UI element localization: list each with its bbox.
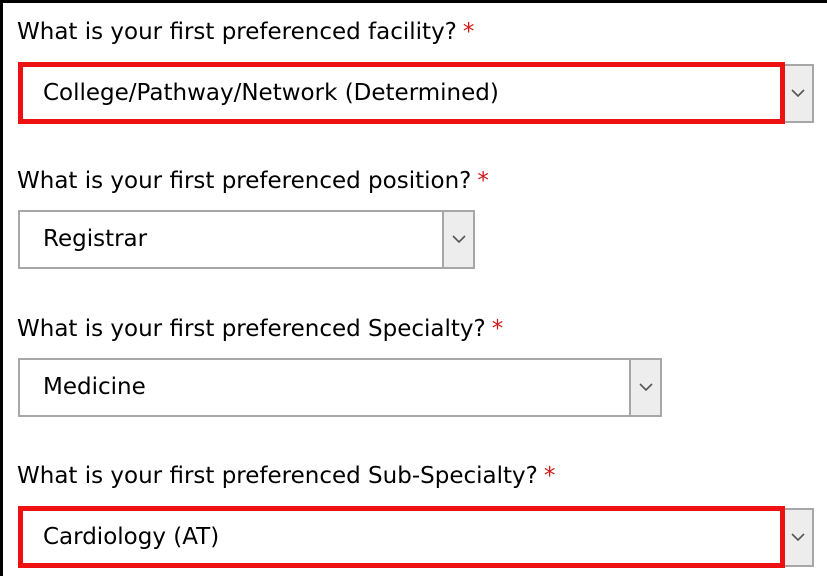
specialty-question-text: What is your first preferenced Specialty… [17, 316, 486, 342]
position-question-text: What is your first preferenced position? [17, 168, 472, 194]
position-dropdown-button[interactable] [442, 212, 473, 267]
specialty-select-value: Medicine [43, 374, 146, 400]
required-marker: * [491, 316, 504, 342]
facility-select[interactable]: College/Pathway/Network (Determined) [18, 64, 814, 123]
chevron-down-icon [451, 235, 466, 244]
subspecialty-question-text: What is your first preferenced Sub-Speci… [17, 463, 538, 489]
facility-question-text: What is your first preferenced facility? [17, 19, 457, 45]
subspecialty-question: What is your first preferenced Sub-Speci… [17, 461, 555, 491]
subspecialty-select-value: Cardiology (AT) [43, 524, 220, 550]
specialty-question: What is your first preferenced Specialty… [17, 314, 503, 344]
facility-dropdown-button[interactable] [781, 66, 812, 121]
required-marker: * [477, 168, 489, 194]
position-select-value: Registrar [43, 226, 148, 252]
facility-question: What is your first preferenced facility?… [17, 17, 474, 47]
specialty-select[interactable]: Medicine [18, 358, 662, 417]
position-question: What is your first preferenced position?… [17, 166, 489, 196]
position-select[interactable]: Registrar [18, 210, 475, 269]
form-panel: What is your first preferenced facility?… [0, 0, 827, 576]
subspecialty-select[interactable]: Cardiology (AT) [18, 508, 814, 567]
chevron-down-icon [638, 383, 653, 392]
subspecialty-dropdown-button[interactable] [781, 510, 812, 565]
facility-select-value: College/Pathway/Network (Determined) [43, 80, 499, 106]
required-marker: * [543, 463, 556, 489]
required-marker: * [462, 19, 475, 45]
chevron-down-icon [790, 89, 805, 98]
chevron-down-icon [790, 533, 805, 542]
specialty-dropdown-button[interactable] [629, 360, 660, 415]
